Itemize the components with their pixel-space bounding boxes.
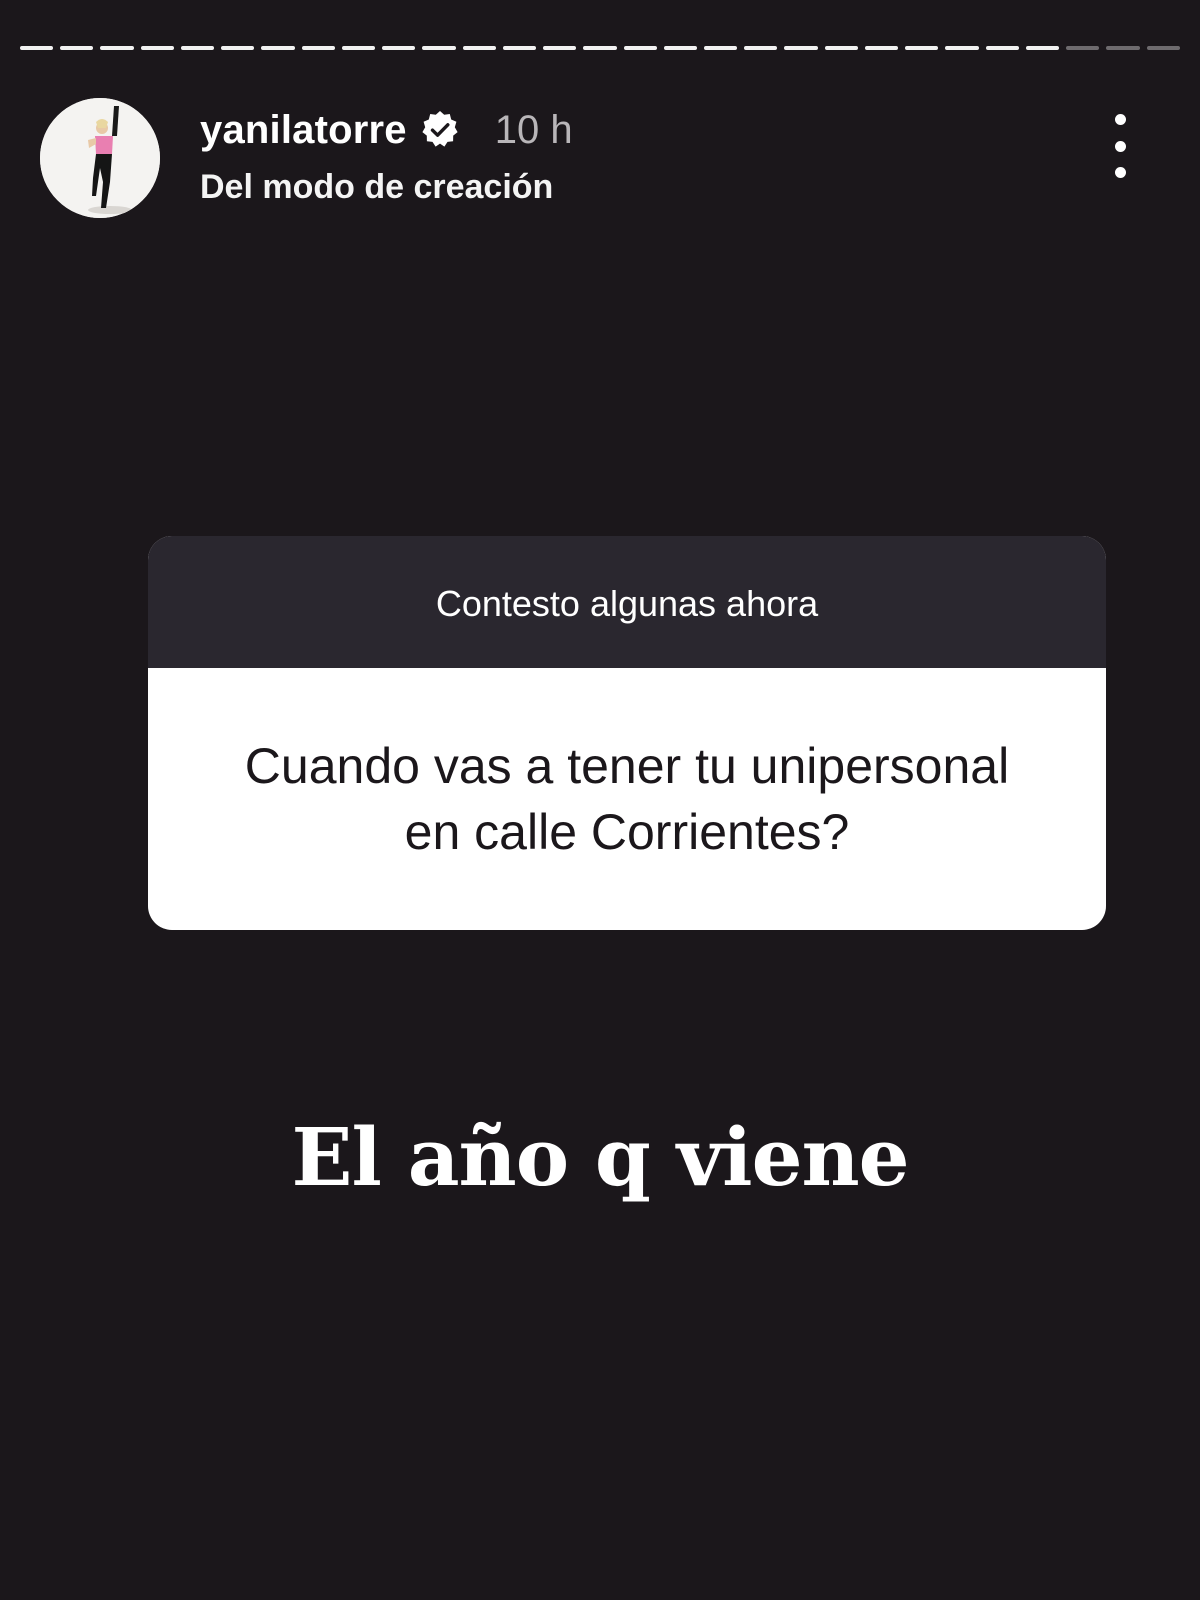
story-progress-bar — [20, 46, 1180, 52]
progress-segment — [301, 46, 335, 50]
story-header: yanilatorre 10 h — [200, 104, 573, 156]
progress-segment — [1066, 46, 1100, 50]
more-options-button[interactable] — [1100, 114, 1140, 178]
verified-badge-icon — [419, 109, 461, 151]
progress-segment — [744, 46, 778, 50]
more-dot — [1114, 140, 1126, 152]
progress-segment — [1025, 46, 1060, 50]
answer-text: El año q viene — [291, 1110, 909, 1204]
question-sticker-question: Cuando vas a tener tu unipersonal en cal… — [244, 738, 1010, 860]
progress-segment — [140, 46, 174, 50]
progress-segment — [905, 46, 939, 50]
progress-segment — [60, 46, 94, 50]
progress-segment — [784, 46, 818, 50]
question-sticker[interactable]: Contesto algunas ahora Cuando vas a tene… — [148, 536, 1106, 930]
username[interactable]: yanilatorre — [200, 108, 407, 153]
more-dot — [1114, 167, 1126, 178]
progress-segment — [341, 46, 376, 50]
avatar[interactable] — [40, 98, 160, 218]
progress-segment — [945, 46, 979, 50]
progress-segment — [100, 46, 134, 50]
progress-segment — [502, 46, 537, 50]
progress-segment — [864, 46, 899, 50]
story-subtitle[interactable]: Del modo de creación — [200, 168, 553, 207]
progress-segment — [583, 46, 617, 50]
progress-segment — [543, 46, 577, 50]
progress-segment — [1146, 46, 1180, 50]
progress-segment — [261, 46, 295, 50]
progress-segment — [221, 46, 255, 50]
progress-segment — [180, 46, 215, 50]
story-timestamp: 10 h — [494, 107, 573, 152]
progress-segment — [20, 46, 54, 50]
progress-segment — [462, 46, 496, 50]
progress-segment — [623, 46, 657, 50]
avatar-image — [40, 98, 160, 218]
progress-segment — [382, 46, 416, 50]
progress-segment — [703, 46, 738, 50]
progress-segment — [824, 46, 858, 50]
question-sticker-prompt: Contesto algunas ahora — [148, 536, 1106, 668]
progress-segment — [422, 46, 456, 50]
progress-segment — [985, 46, 1019, 50]
more-vertical-icon — [1114, 114, 1126, 125]
progress-segment — [1106, 46, 1140, 50]
progress-segment — [663, 46, 697, 50]
